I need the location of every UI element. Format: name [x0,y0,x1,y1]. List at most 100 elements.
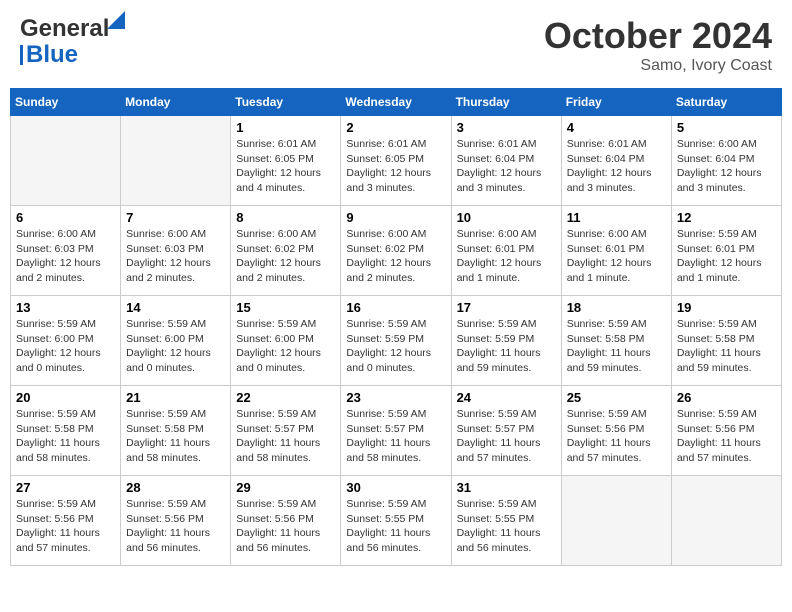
day-number: 5 [677,120,776,135]
day-info: Sunrise: 6:00 AM Sunset: 6:02 PM Dayligh… [236,227,335,286]
calendar-cell: 23 Sunrise: 5:59 AM Sunset: 5:57 PM Dayli… [341,386,451,476]
day-number: 12 [677,210,776,225]
location: Samo, Ivory Coast [544,57,772,75]
day-number: 17 [457,300,556,315]
day-number: 9 [346,210,445,225]
logo-general: General [20,15,109,42]
day-info: Sunrise: 6:01 AM Sunset: 6:04 PM Dayligh… [567,137,666,196]
calendar-cell: 19 Sunrise: 5:59 AM Sunset: 5:58 PM Dayli… [671,296,781,386]
day-number: 14 [126,300,225,315]
week-row-2: 6 Sunrise: 6:00 AM Sunset: 6:03 PM Daylig… [11,206,782,296]
calendar-cell: 22 Sunrise: 5:59 AM Sunset: 5:57 PM Dayli… [231,386,341,476]
day-info: Sunrise: 5:59 AM Sunset: 5:57 PM Dayligh… [346,407,445,466]
calendar-cell: 1Sunrise: 6:01 AM Sunset: 6:05 PM Daylig… [231,116,341,206]
day-number: 6 [16,210,115,225]
day-info: Sunrise: 5:59 AM Sunset: 5:56 PM Dayligh… [126,497,225,556]
weekday-header-tuesday: Tuesday [231,89,341,116]
day-info: Sunrise: 6:00 AM Sunset: 6:01 PM Dayligh… [567,227,666,286]
calendar-cell: 3Sunrise: 6:01 AM Sunset: 6:04 PM Daylig… [451,116,561,206]
day-number: 21 [126,390,225,405]
calendar-cell: 30 Sunrise: 5:59 AM Sunset: 5:55 PM Dayli… [341,476,451,566]
day-number: 16 [346,300,445,315]
day-number: 28 [126,480,225,495]
day-info: Sunrise: 5:59 AM Sunset: 5:57 PM Dayligh… [457,407,556,466]
calendar-cell: 12Sunrise: 5:59 AM Sunset: 6:01 PM Dayli… [671,206,781,296]
calendar-cell: 17Sunrise: 5:59 AM Sunset: 5:59 PM Dayli… [451,296,561,386]
calendar-cell: 18 Sunrise: 5:59 AM Sunset: 5:58 PM Dayli… [561,296,671,386]
day-info: Sunrise: 5:59 AM Sunset: 5:56 PM Dayligh… [236,497,335,556]
calendar-cell: 2 Sunrise: 6:01 AM Sunset: 6:05 PM Daylig… [341,116,451,206]
day-number: 15 [236,300,335,315]
weekday-header-saturday: Saturday [671,89,781,116]
calendar-cell: 20 Sunrise: 5:59 AM Sunset: 5:58 PM Dayli… [11,386,121,476]
day-info: Sunrise: 5:59 AM Sunset: 5:58 PM Dayligh… [567,317,666,376]
calendar-cell [671,476,781,566]
calendar-cell: 31 Sunrise: 5:59 AM Sunset: 5:55 PM Dayli… [451,476,561,566]
day-number: 19 [677,300,776,315]
day-info: Sunrise: 5:59 AM Sunset: 6:00 PM Dayligh… [236,317,335,376]
day-number: 7 [126,210,225,225]
day-info: Sunrise: 5:59 AM Sunset: 6:00 PM Dayligh… [16,317,115,376]
day-info: Sunrise: 6:01 AM Sunset: 6:05 PM Dayligh… [236,137,335,196]
calendar-table: SundayMondayTuesdayWednesdayThursdayFrid… [10,88,782,566]
day-info: Sunrise: 5:59 AM Sunset: 5:58 PM Dayligh… [126,407,225,466]
calendar-cell: 25 Sunrise: 5:59 AM Sunset: 5:56 PM Dayli… [561,386,671,476]
day-number: 26 [677,390,776,405]
week-row-1: 1Sunrise: 6:01 AM Sunset: 6:05 PM Daylig… [11,116,782,206]
calendar-cell: 24 Sunrise: 5:59 AM Sunset: 5:57 PM Dayli… [451,386,561,476]
calendar-cell: 15 Sunrise: 5:59 AM Sunset: 6:00 PM Dayli… [231,296,341,386]
day-number: 2 [346,120,445,135]
month-title: October 2024 [544,15,772,57]
day-info: Sunrise: 5:59 AM Sunset: 5:58 PM Dayligh… [677,317,776,376]
day-info: Sunrise: 6:00 AM Sunset: 6:03 PM Dayligh… [126,227,225,286]
calendar-cell: 5 Sunrise: 6:00 AM Sunset: 6:04 PM Daylig… [671,116,781,206]
day-number: 27 [16,480,115,495]
calendar-cell: 21 Sunrise: 5:59 AM Sunset: 5:58 PM Dayli… [121,386,231,476]
logo-arrow-icon [107,11,125,29]
day-number: 18 [567,300,666,315]
week-row-4: 20 Sunrise: 5:59 AM Sunset: 5:58 PM Dayli… [11,386,782,476]
weekday-header-monday: Monday [121,89,231,116]
day-number: 13 [16,300,115,315]
calendar-cell: 28 Sunrise: 5:59 AM Sunset: 5:56 PM Dayli… [121,476,231,566]
calendar-cell: 6Sunrise: 6:00 AM Sunset: 6:03 PM Daylig… [11,206,121,296]
day-number: 22 [236,390,335,405]
day-number: 23 [346,390,445,405]
day-info: Sunrise: 5:59 AM Sunset: 6:00 PM Dayligh… [126,317,225,376]
weekday-header-thursday: Thursday [451,89,561,116]
calendar-cell: 11 Sunrise: 6:00 AM Sunset: 6:01 PM Dayli… [561,206,671,296]
day-number: 31 [457,480,556,495]
day-number: 20 [16,390,115,405]
logo-blue: Blue [26,41,78,69]
day-number: 11 [567,210,666,225]
day-info: Sunrise: 5:59 AM Sunset: 5:57 PM Dayligh… [236,407,335,466]
title-area: October 2024 Samo, Ivory Coast [544,15,772,75]
calendar-cell [11,116,121,206]
calendar-cell: 8 Sunrise: 6:00 AM Sunset: 6:02 PM Daylig… [231,206,341,296]
day-info: Sunrise: 6:01 AM Sunset: 6:05 PM Dayligh… [346,137,445,196]
day-number: 8 [236,210,335,225]
logo: General Blue [20,15,109,69]
logo-bar [20,45,23,65]
day-number: 29 [236,480,335,495]
day-number: 4 [567,120,666,135]
calendar-cell: 7 Sunrise: 6:00 AM Sunset: 6:03 PM Daylig… [121,206,231,296]
day-info: Sunrise: 5:59 AM Sunset: 5:56 PM Dayligh… [567,407,666,466]
day-number: 3 [457,120,556,135]
week-row-3: 13 Sunrise: 5:59 AM Sunset: 6:00 PM Dayli… [11,296,782,386]
day-info: Sunrise: 6:00 AM Sunset: 6:04 PM Dayligh… [677,137,776,196]
calendar-cell [561,476,671,566]
calendar-cell: 4 Sunrise: 6:01 AM Sunset: 6:04 PM Daylig… [561,116,671,206]
day-number: 30 [346,480,445,495]
weekday-header-sunday: Sunday [11,89,121,116]
day-info: Sunrise: 5:59 AM Sunset: 5:56 PM Dayligh… [677,407,776,466]
calendar-cell: 9Sunrise: 6:00 AM Sunset: 6:02 PM Daylig… [341,206,451,296]
calendar-cell: 13 Sunrise: 5:59 AM Sunset: 6:00 PM Dayli… [11,296,121,386]
day-number: 25 [567,390,666,405]
day-number: 24 [457,390,556,405]
day-info: Sunrise: 5:59 AM Sunset: 5:58 PM Dayligh… [16,407,115,466]
calendar-cell: 14 Sunrise: 5:59 AM Sunset: 6:00 PM Dayli… [121,296,231,386]
day-info: Sunrise: 5:59 AM Sunset: 5:55 PM Dayligh… [346,497,445,556]
day-info: Sunrise: 5:59 AM Sunset: 5:56 PM Dayligh… [16,497,115,556]
day-info: Sunrise: 5:59 AM Sunset: 5:55 PM Dayligh… [457,497,556,556]
